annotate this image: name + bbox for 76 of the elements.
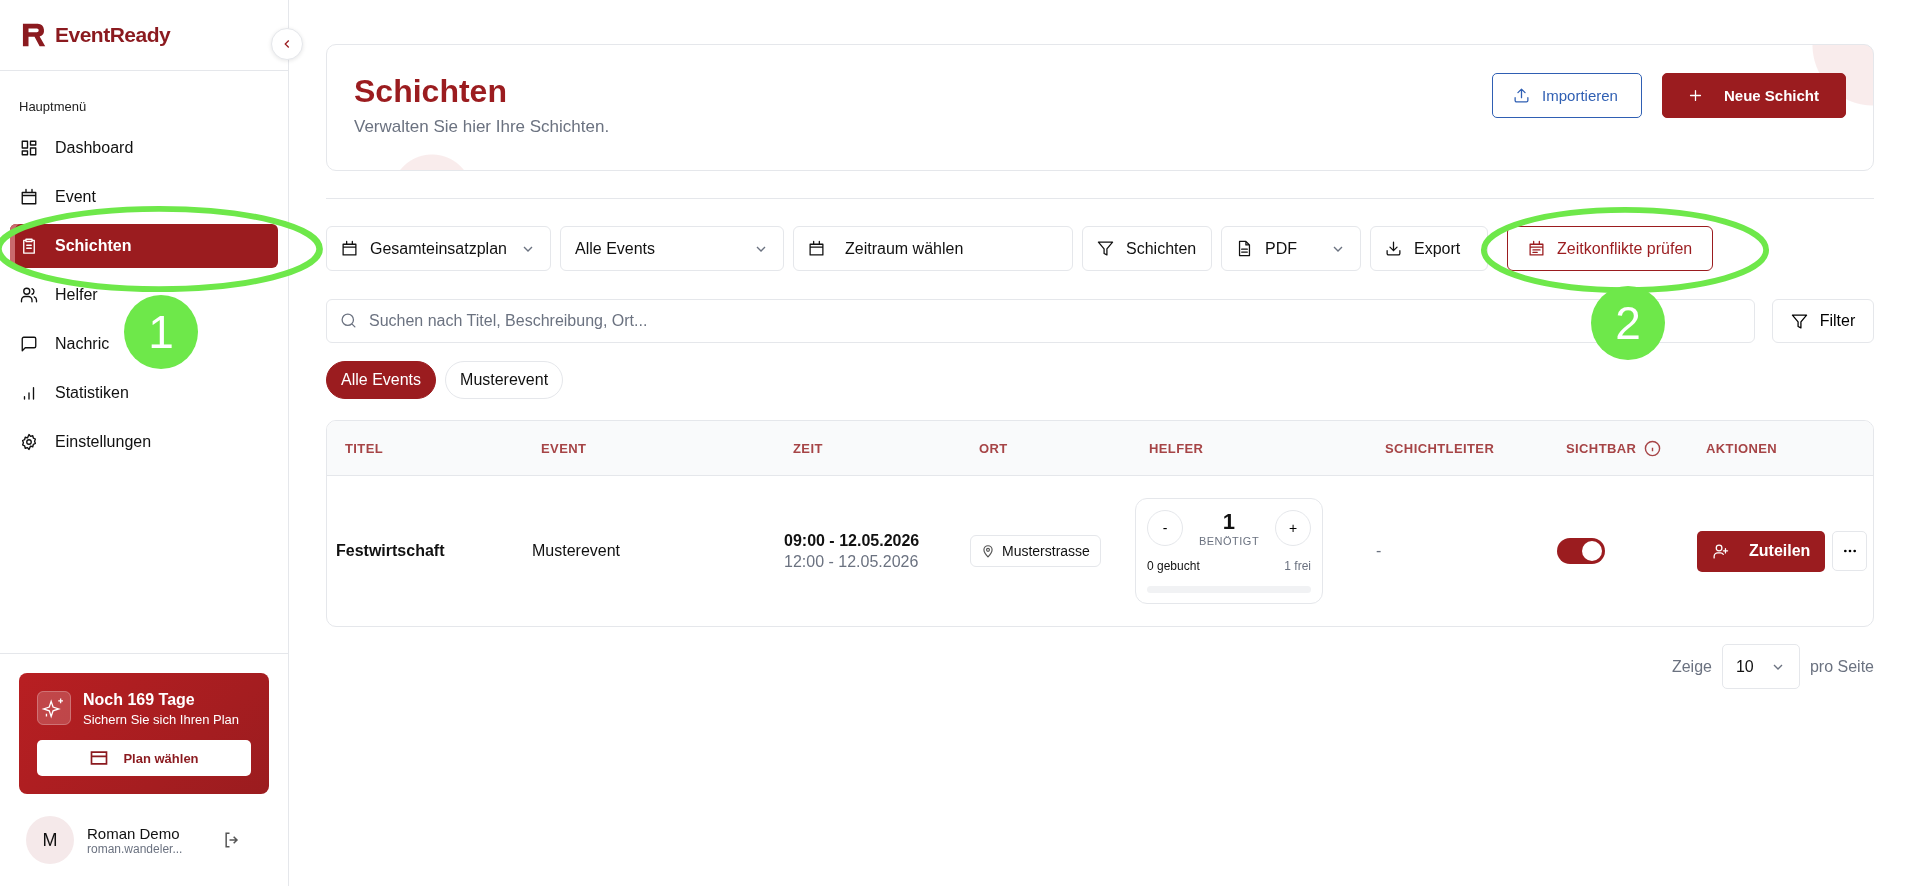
- upload-icon: [1513, 87, 1531, 104]
- dropdown[interactable]: Gesamteinsatzplan: [326, 226, 551, 271]
- grid-icon: [20, 139, 38, 157]
- users-icon: [20, 286, 38, 304]
- dropdown[interactable]: Alle Events: [560, 226, 784, 271]
- column-header: ZEIT: [793, 440, 823, 456]
- calendar-icon: [20, 188, 38, 206]
- decrement-button[interactable]: -: [1147, 510, 1183, 546]
- page-subtitle: Verwalten Sie hier Ihre Schichten.: [354, 117, 610, 137]
- clipboard-icon: [20, 237, 38, 255]
- pagination-label: pro Seite: [1809, 657, 1874, 676]
- sidebar-item[interactable]: Einstellungen: [10, 420, 162, 464]
- annotation-number: 1: [124, 295, 198, 369]
- pagination-label: Zeige: [1671, 657, 1712, 676]
- table-cell: Musterevent: [532, 542, 621, 560]
- section-heading: Hauptmenü: [18, 99, 88, 116]
- column-header: EVENT: [541, 440, 587, 456]
- brand-name: EventReady: [55, 23, 171, 47]
- column-header: SCHICHTLEITER: [1385, 440, 1495, 456]
- filter-chip[interactable]: Alle Events: [326, 361, 437, 399]
- calendar-icon: [808, 240, 825, 257]
- table-cell: -: [1376, 542, 1382, 560]
- settings-icon: [20, 433, 38, 451]
- calendar-icon: [341, 240, 358, 257]
- filter-button[interactable]: Filter: [1772, 299, 1874, 343]
- user-name: Roman Demo: [87, 824, 181, 842]
- shift-title: Festwirtschaft: [336, 542, 445, 560]
- toolbar-button[interactable]: Export: [1370, 226, 1488, 271]
- promo-subtitle: Sichern Sie sich Ihren Plan: [83, 712, 240, 727]
- column-header: TITEL: [345, 440, 384, 456]
- start-time: 09:00 - 12.05.2026: [784, 531, 920, 550]
- user-plus-icon: [1712, 542, 1729, 560]
- increment-button[interactable]: +: [1275, 510, 1311, 546]
- column-header: HELFER: [1149, 440, 1204, 456]
- info-icon: [1644, 439, 1662, 457]
- promo-title: Noch 169 Tage: [83, 691, 196, 709]
- page-size-dropdown[interactable]: 10: [1721, 644, 1800, 689]
- booked-count: 0 gebucht: [1147, 559, 1200, 573]
- needed-count: 1: [1222, 509, 1236, 535]
- sparkle-icon: [37, 691, 71, 725]
- visibility-toggle[interactable]: [1557, 538, 1605, 564]
- document-icon: [1236, 240, 1253, 257]
- assign-button[interactable]: Zuteilen: [1697, 530, 1826, 572]
- page-title: Schichten: [354, 73, 508, 110]
- toolbar-button[interactable]: Schichten: [1082, 226, 1212, 271]
- calendar-icon: [1528, 240, 1545, 257]
- sidebar-item[interactable]: Dashboard: [10, 126, 144, 170]
- toolbar-button[interactable]: Zeitraum wählen: [793, 226, 1073, 271]
- credit-card-icon: [89, 748, 110, 768]
- toolbar-button[interactable]: Zeitkonflikte prüfen: [1507, 226, 1714, 271]
- filter-icon: [1097, 240, 1114, 257]
- column-header: SICHTBAR: [1566, 440, 1637, 456]
- plan-button[interactable]: Plan wählen: [37, 740, 251, 776]
- new-shift-button[interactable]: Neue Schicht: [1661, 73, 1846, 118]
- user-email: roman.wandeler...: [87, 841, 184, 856]
- filter-chip[interactable]: Musterevent: [445, 361, 564, 399]
- free-count: 1 frei: [1284, 559, 1311, 573]
- sidebar-item[interactable]: Nachric: [10, 322, 120, 366]
- annotation-number: 2: [1591, 286, 1665, 360]
- download-icon: [1385, 240, 1402, 257]
- dropdown[interactable]: PDF: [1221, 226, 1361, 271]
- sidebar-item[interactable]: Event: [10, 175, 106, 219]
- column-header: AKTIONEN: [1706, 440, 1778, 456]
- filter-icon: [1790, 312, 1808, 330]
- sidebar-item[interactable]: Schichten: [10, 224, 278, 268]
- import-button[interactable]: Importieren: [1492, 73, 1642, 118]
- pin-icon: [981, 544, 995, 558]
- location-tag: Musterstrasse: [970, 535, 1101, 567]
- needed-label: BENÖTIGT: [1198, 535, 1260, 547]
- sidebar-item[interactable]: Helfer: [10, 273, 108, 317]
- chat-icon: [20, 335, 38, 353]
- sidebar-item[interactable]: Statistiken: [10, 371, 139, 415]
- end-time: 12:00 - 12.05.2026: [784, 552, 919, 571]
- avatar: M: [26, 816, 74, 864]
- search-icon: [340, 312, 357, 329]
- column-header: ORT: [979, 440, 1008, 456]
